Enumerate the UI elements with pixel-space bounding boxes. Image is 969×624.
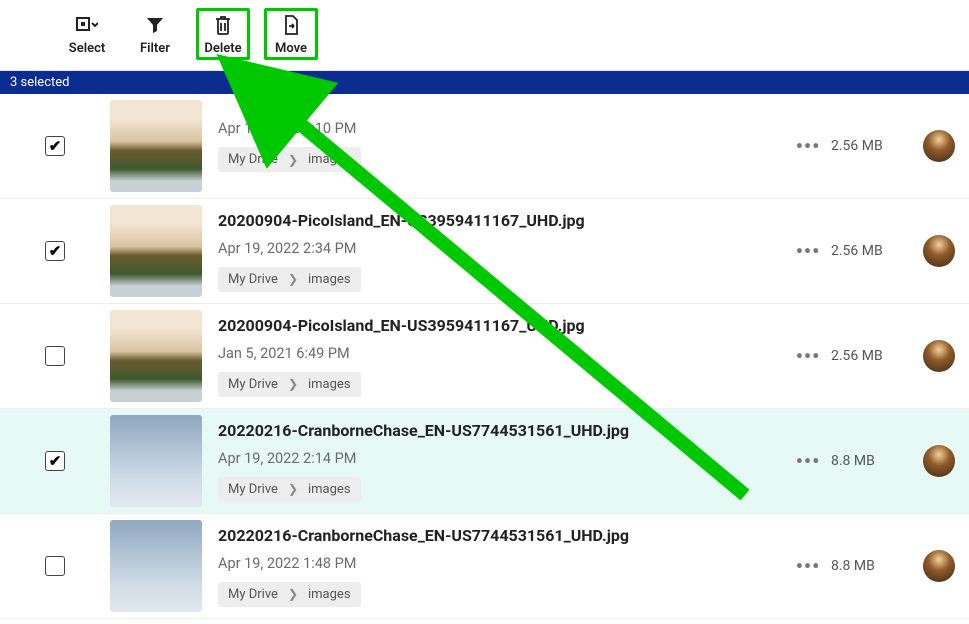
owner-avatar[interactable] <box>923 130 955 162</box>
file-info: 20200904-PicoIsland_EN-US3959411167_UHD.… <box>202 316 785 397</box>
checkbox-cell <box>0 556 110 576</box>
file-thumbnail[interactable] <box>110 205 202 297</box>
file-thumbnail[interactable] <box>110 310 202 402</box>
checkbox-cell <box>0 136 110 156</box>
file-date: Apr 19, 2022 2:34 PM <box>218 240 785 257</box>
checkbox-cell <box>0 241 110 261</box>
file-size: 2.56 MB <box>831 243 909 259</box>
select-icon <box>75 13 99 37</box>
move-button[interactable]: Move <box>264 8 318 60</box>
filter-label: Filter <box>140 41 170 56</box>
owner-avatar-cell <box>909 340 969 372</box>
row-checkbox[interactable] <box>45 241 65 261</box>
file-info: 20220216-CranborneChase_EN-US7744531561_… <box>202 421 785 502</box>
breadcrumb[interactable]: My Drive ❯ images <box>218 147 361 172</box>
row-actions-button[interactable]: ••• <box>785 134 831 158</box>
file-row[interactable]: 20220216-CranborneChase_EN-US7744531561_… <box>0 514 969 619</box>
file-info: Apr 19, 2022 2:10 PM My Drive ❯ images <box>202 120 785 172</box>
row-actions-button[interactable]: ••• <box>785 239 831 263</box>
breadcrumb[interactable]: My Drive ❯ images <box>218 267 361 292</box>
checkbox-cell <box>0 451 110 471</box>
breadcrumb[interactable]: My Drive ❯ images <box>218 372 361 397</box>
file-size: 8.8 MB <box>831 558 909 574</box>
move-label: Move <box>275 41 307 56</box>
owner-avatar-cell <box>909 445 969 477</box>
row-actions-button[interactable]: ••• <box>785 344 831 368</box>
chevron-right-icon: ❯ <box>288 587 298 601</box>
owner-avatar[interactable] <box>923 550 955 582</box>
filter-button[interactable]: Filter <box>128 8 182 60</box>
funnel-icon <box>143 13 167 37</box>
file-date: Apr 19, 2022 2:10 PM <box>218 120 785 137</box>
file-row[interactable]: Apr 19, 2022 2:10 PM My Drive ❯ images •••2.… <box>0 94 969 199</box>
breadcrumb-folder[interactable]: images <box>308 377 351 392</box>
row-actions-button[interactable]: ••• <box>785 554 831 578</box>
trash-icon <box>211 13 235 37</box>
row-actions-button[interactable]: ••• <box>785 449 831 473</box>
chevron-right-icon: ❯ <box>288 153 298 167</box>
breadcrumb-root[interactable]: My Drive <box>228 272 278 287</box>
delete-label: Delete <box>204 41 241 56</box>
owner-avatar-cell <box>909 130 969 162</box>
file-info: 20220216-CranborneChase_EN-US7744531561_… <box>202 526 785 607</box>
breadcrumb-folder[interactable]: images <box>308 272 351 287</box>
owner-avatar[interactable] <box>923 340 955 372</box>
select-label: Select <box>69 41 105 56</box>
file-name[interactable]: 20220216-CranborneChase_EN-US7744531561_… <box>218 421 785 440</box>
breadcrumb-root[interactable]: My Drive <box>228 152 278 167</box>
file-move-icon <box>279 13 303 37</box>
owner-avatar-cell <box>909 550 969 582</box>
toolbar: Select Filter Delete Move <box>0 0 969 71</box>
file-name[interactable]: 20220216-CranborneChase_EN-US7744531561_… <box>218 526 785 545</box>
row-checkbox[interactable] <box>45 346 65 366</box>
checkbox-cell <box>0 346 110 366</box>
file-size: 2.56 MB <box>831 138 909 154</box>
breadcrumb[interactable]: My Drive ❯ images <box>218 582 361 607</box>
chevron-right-icon: ❯ <box>288 272 298 286</box>
file-info: 20200904-PicoIsland_EN-US3959411167_UHD.… <box>202 211 785 292</box>
owner-avatar[interactable] <box>923 445 955 477</box>
row-checkbox[interactable] <box>45 451 65 471</box>
file-thumbnail[interactable] <box>110 100 202 192</box>
breadcrumb-folder[interactable]: images <box>308 152 351 167</box>
delete-button[interactable]: Delete <box>196 8 250 60</box>
file-row[interactable]: 20200904-PicoIsland_EN-US3959411167_UHD.… <box>0 304 969 409</box>
file-size: 8.8 MB <box>831 453 909 469</box>
file-list: Apr 19, 2022 2:10 PMMy Drive❯images•••2.… <box>0 94 969 619</box>
file-size: 2.56 MB <box>831 348 909 364</box>
owner-avatar-cell <box>909 235 969 267</box>
selection-count-bar: 3 selected <box>0 71 969 94</box>
breadcrumb-folder[interactable]: images <box>308 587 351 602</box>
breadcrumb-folder[interactable]: images <box>308 482 351 497</box>
breadcrumb-root[interactable]: My Drive <box>228 377 278 392</box>
row-checkbox[interactable] <box>45 136 65 156</box>
row-checkbox[interactable] <box>45 556 65 576</box>
file-name[interactable]: 20200904-PicoIsland_EN-US3959411167_UHD.… <box>218 316 785 335</box>
breadcrumb-root[interactable]: My Drive <box>228 482 278 497</box>
file-thumbnail[interactable] <box>110 415 202 507</box>
file-row[interactable]: 20220216-CranborneChase_EN-US7744531561_… <box>0 409 969 514</box>
file-name[interactable]: 20200904-PicoIsland_EN-US3959411167_UHD.… <box>218 211 785 230</box>
select-button[interactable]: Select <box>60 8 114 60</box>
file-thumbnail[interactable] <box>110 520 202 612</box>
chevron-right-icon: ❯ <box>288 482 298 496</box>
breadcrumb-root[interactable]: My Drive <box>228 587 278 602</box>
file-date: Jan 5, 2021 6:49 PM <box>218 345 785 362</box>
breadcrumb[interactable]: My Drive ❯ images <box>218 477 361 502</box>
chevron-right-icon: ❯ <box>288 377 298 391</box>
owner-avatar[interactable] <box>923 235 955 267</box>
file-date: Apr 19, 2022 2:14 PM <box>218 450 785 467</box>
file-date: Apr 19, 2022 1:48 PM <box>218 555 785 572</box>
file-row[interactable]: 20200904-PicoIsland_EN-US3959411167_UHD.… <box>0 199 969 304</box>
